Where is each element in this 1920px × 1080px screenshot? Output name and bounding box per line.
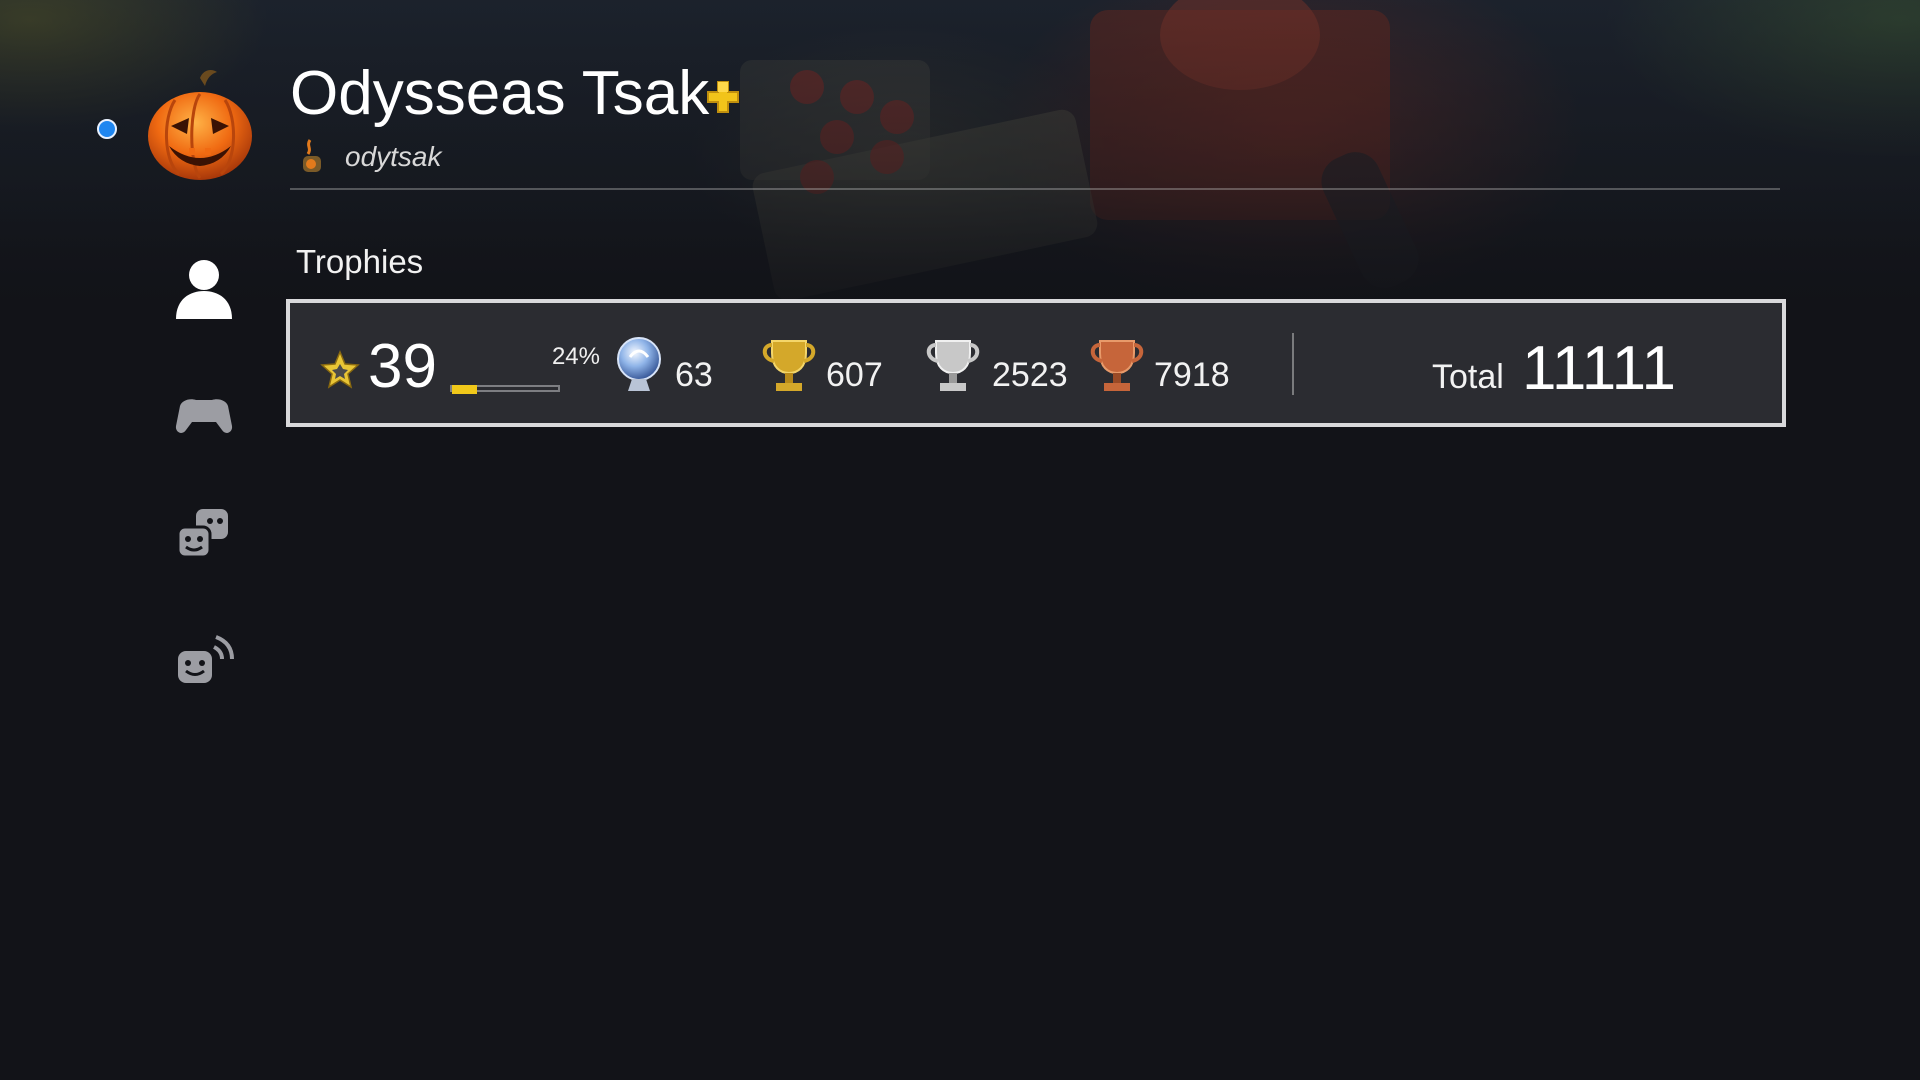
level-progress-percent: 24% xyxy=(551,343,600,370)
profile-icon[interactable] xyxy=(170,255,238,323)
platinum-trophy-icon xyxy=(617,337,661,391)
header-divider xyxy=(290,188,1780,190)
card-divider xyxy=(1292,333,1294,395)
jack-o-lantern-avatar[interactable] xyxy=(145,68,255,183)
platinum-count: 63 xyxy=(675,356,713,394)
level-progress-fill xyxy=(452,385,478,394)
online-id: odytsak xyxy=(345,141,442,172)
playstation-plus-icon xyxy=(707,81,739,113)
level-progress-bar xyxy=(450,385,560,394)
total-trophies: 11111 xyxy=(1522,334,1677,403)
trophy-level: 39 xyxy=(368,332,437,401)
background-fade xyxy=(0,0,1920,330)
silver-count: 2523 xyxy=(992,356,1068,394)
friends-icon[interactable] xyxy=(170,501,238,569)
bronze-trophy-icon xyxy=(1090,340,1144,391)
profile-name: Odysseas Tsak xyxy=(290,59,710,128)
silver-trophy-icon xyxy=(926,340,980,391)
online-status-indicator xyxy=(97,119,117,139)
trophy-summary-card[interactable]: 39 24% 63 607 2523 7918 Total 11111 xyxy=(286,299,1786,427)
gold-trophy-icon xyxy=(762,340,816,391)
online-id-avatar-icon xyxy=(303,139,321,172)
trophies-section-title: Trophies xyxy=(296,243,424,280)
total-label: Total xyxy=(1432,358,1504,396)
gold-count: 607 xyxy=(826,356,883,394)
bronze-count: 7918 xyxy=(1154,356,1230,394)
activity-icon[interactable] xyxy=(170,625,238,693)
trophy-level-star-icon xyxy=(320,350,360,389)
profile-screen: Odysseas Tsak odytsak Trophies 39 24% 63… xyxy=(0,0,1920,1080)
gamepad-icon[interactable] xyxy=(170,382,238,450)
